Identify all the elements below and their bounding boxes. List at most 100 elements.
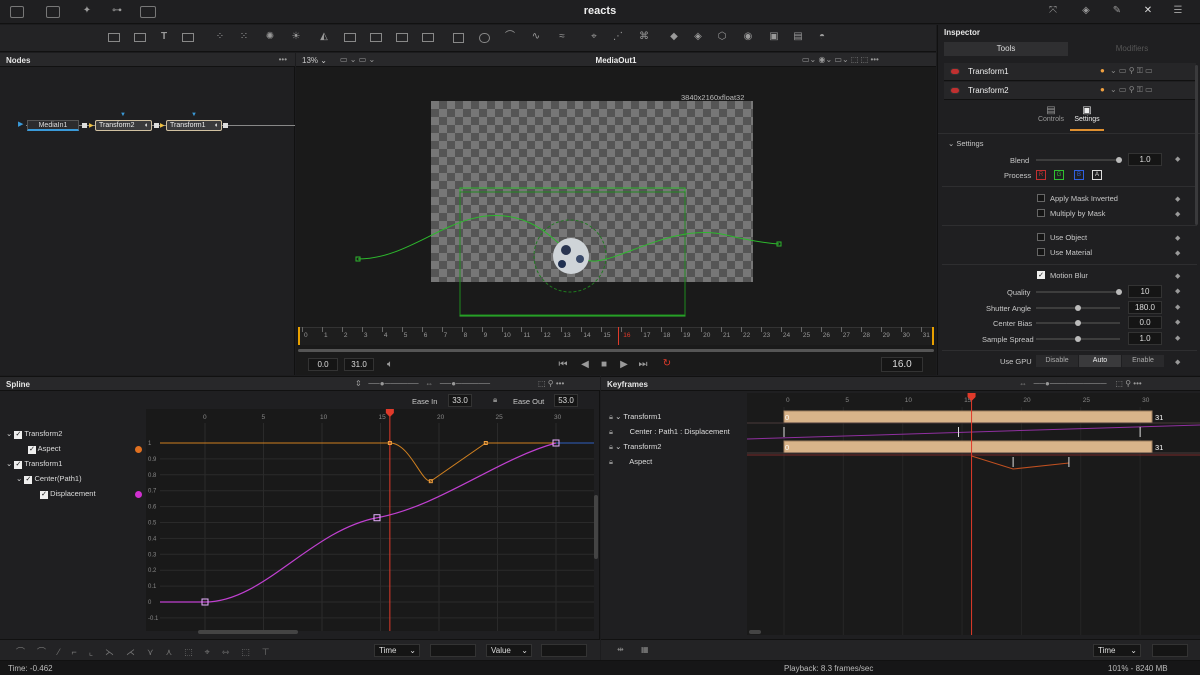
spline-h-scrollbar[interactable] bbox=[198, 630, 298, 634]
renderer3d-icon[interactable]: ▤ bbox=[792, 31, 804, 43]
tree-item-center-path1[interactable]: ⌄ ✓ Center(Path1) bbox=[16, 474, 82, 484]
shutter-angle-value[interactable]: 180.0 bbox=[1128, 301, 1162, 314]
kf-time-input[interactable] bbox=[1152, 644, 1188, 657]
keyframes-timeline[interactable]: 0 5 10 15 20 25 30 bbox=[747, 393, 1200, 635]
node-input-port[interactable]: ▶ bbox=[160, 122, 165, 129]
text3d-icon[interactable]: ◈ bbox=[692, 31, 704, 43]
blend-slider[interactable] bbox=[1036, 159, 1120, 161]
controls-subtab[interactable]: ▤ Controls bbox=[1034, 105, 1068, 123]
motion-blur-checkbox[interactable]: ✓ bbox=[1037, 271, 1045, 279]
blend-value[interactable]: 1.0 bbox=[1128, 153, 1162, 166]
multiply-by-mask-checkbox[interactable] bbox=[1037, 209, 1045, 217]
use-gpu-enable[interactable]: Enable bbox=[1122, 355, 1164, 367]
keyframe-diamond-icon[interactable]: ◆ bbox=[1175, 155, 1180, 163]
image-icon[interactable] bbox=[46, 6, 60, 18]
particles-tool-icon[interactable]: ⁘ bbox=[214, 31, 226, 43]
node-transform2[interactable]: Transform2 ◐ bbox=[95, 120, 152, 131]
merge3d-icon[interactable]: ⬡ bbox=[716, 31, 728, 43]
tree-item-transform2[interactable]: ⌄ ✓ Transform2 bbox=[6, 429, 62, 439]
node-transform1[interactable]: Transform1 ◐ bbox=[166, 120, 222, 131]
ease-out-field[interactable]: 53.0 bbox=[554, 394, 578, 407]
particle-emitter-icon[interactable]: ⁙ bbox=[238, 31, 250, 43]
scrub-bar[interactable] bbox=[298, 349, 934, 352]
kf-table-icon[interactable]: ▦ bbox=[641, 645, 649, 654]
node-output-port[interactable] bbox=[154, 123, 159, 128]
keyframe-diamond-icon[interactable]: ◆ bbox=[1175, 249, 1180, 257]
tree-item-aspect[interactable]: ✓ Aspect bbox=[28, 444, 61, 454]
tracker-icon[interactable]: ⌖ bbox=[588, 31, 600, 43]
node-output-port[interactable] bbox=[223, 123, 228, 128]
audio-icon[interactable]: 🔈︎ bbox=[384, 359, 396, 371]
merge-tool-icon[interactable] bbox=[182, 33, 194, 42]
transform-icon[interactable]: ⤧ bbox=[1046, 5, 1060, 17]
keyframe-diamond-icon[interactable]: ◆ bbox=[1175, 358, 1180, 366]
process-a-button[interactable]: A bbox=[1092, 170, 1102, 180]
nodes-panel[interactable]: Nodes ••• ▶ MediaIn1 ▶ Transform2 ◐ ▼ ▶ T… bbox=[0, 53, 295, 375]
keyframe-diamond-icon[interactable]: ◆ bbox=[1175, 334, 1180, 342]
tool-row-transform1[interactable]: Transform1 ● ⌄ ▭ ⚲ ⚿ ▭ bbox=[944, 63, 1196, 81]
keyframe-diamond-icon[interactable]: ◆ bbox=[1175, 210, 1180, 218]
fit-icon[interactable]: ⬚ ⚲ ••• bbox=[538, 379, 564, 388]
inspector-scrollbar[interactable] bbox=[1195, 65, 1198, 225]
blur-tool-icon[interactable]: ✺ bbox=[264, 31, 276, 43]
tool-enable-toggle[interactable] bbox=[950, 68, 960, 75]
value-dropdown[interactable]: Value ⌄ bbox=[486, 644, 532, 657]
viewer-panel[interactable]: 13% ⌄ ▭ ⌄ ▭ ⌄ MediaOut1 ▭⌄ ◉⌄ ▭⌄ ⬚ ⬚ •••… bbox=[296, 53, 936, 375]
effects-wand-icon[interactable]: ✦ bbox=[80, 5, 94, 17]
camera3d-icon[interactable]: ◉ bbox=[742, 31, 754, 43]
polygon-mask-icon[interactable]: ⌒ bbox=[504, 31, 516, 43]
node-output-port[interactable] bbox=[82, 123, 87, 128]
nodes-icon[interactable]: ⊶ bbox=[110, 5, 124, 17]
rectangle-mask-icon[interactable] bbox=[453, 33, 464, 43]
current-frame-field[interactable]: 16.0 bbox=[881, 357, 923, 372]
background-tool-icon[interactable] bbox=[108, 33, 120, 42]
inspector-panel[interactable]: Inspector Tools Modifiers Transform1 ● ⌄… bbox=[937, 25, 1200, 375]
mask-input-icon[interactable]: ▼ bbox=[120, 112, 126, 118]
use-gpu-auto[interactable]: Auto bbox=[1079, 355, 1121, 367]
ruler-start-marker[interactable] bbox=[298, 327, 300, 345]
lock-icon[interactable]: 🔒︎ bbox=[609, 442, 613, 451]
kf-row-aspect[interactable]: 🔒︎ Aspect bbox=[609, 457, 652, 467]
paint-icon[interactable]: ✎ bbox=[1110, 5, 1124, 17]
keyframe-diamond-icon[interactable]: ◆ bbox=[1175, 318, 1180, 326]
time-input[interactable] bbox=[430, 644, 476, 657]
sample-spread-knob[interactable] bbox=[1075, 336, 1081, 342]
play-icon[interactable]: ▶ bbox=[618, 359, 630, 371]
kf-row-displacement[interactable]: 🔒︎ Center : Path1 : Displacement bbox=[609, 427, 745, 437]
kf-h-scrollbar[interactable] bbox=[749, 630, 761, 634]
kf-row-transform1[interactable]: 🔒︎ ⌄ Transform1 bbox=[609, 412, 661, 422]
channel-tool-icon[interactable] bbox=[396, 33, 408, 42]
process-b-button[interactable]: B bbox=[1074, 170, 1084, 180]
quality-knob[interactable] bbox=[1116, 289, 1122, 295]
center-bias-value[interactable]: 0.0 bbox=[1128, 316, 1162, 329]
ellipse-mask-icon[interactable] bbox=[479, 33, 490, 43]
mask-input-icon[interactable]: ▼ bbox=[191, 112, 197, 118]
center-bias-knob[interactable] bbox=[1075, 320, 1081, 326]
lock-icon[interactable]: 🔒︎ bbox=[609, 412, 613, 421]
value-input[interactable] bbox=[541, 644, 587, 657]
spline-header-controls[interactable]: ⇕ ──●────── ⇔ ──●────── bbox=[355, 379, 490, 388]
kf-time-dropdown[interactable]: Time ⌄ bbox=[1093, 644, 1141, 657]
tree-item-displacement[interactable]: ✓ Displacement bbox=[40, 489, 96, 499]
bspline-mask-icon[interactable]: ∿ bbox=[530, 31, 542, 43]
ease-in-field[interactable]: 33.0 bbox=[448, 394, 472, 407]
planar-tracker-icon[interactable]: ⋰ bbox=[612, 31, 624, 43]
go-to-start-icon[interactable]: ⏮︎ bbox=[556, 359, 570, 371]
text-tool-icon[interactable]: T bbox=[158, 31, 170, 43]
tools-icon[interactable]: ✕ bbox=[1140, 5, 1156, 17]
media-pool-icon[interactable] bbox=[10, 6, 24, 18]
keyframe-diamond-icon[interactable]: ◆ bbox=[1175, 303, 1180, 311]
tool-color-dot-icon[interactable]: ● bbox=[1100, 66, 1105, 75]
time-dropdown[interactable]: Time ⌄ bbox=[374, 644, 420, 657]
resize-tool-icon[interactable] bbox=[370, 33, 382, 42]
warp-icon[interactable]: ⌘ bbox=[638, 31, 650, 43]
use-object-checkbox[interactable] bbox=[1037, 233, 1045, 241]
loop-icon[interactable]: ↻ bbox=[660, 358, 674, 370]
light3d-icon[interactable]: ▣ bbox=[768, 31, 780, 43]
settings-sliders-icon[interactable]: ☰ bbox=[1170, 5, 1186, 17]
stop-icon[interactable]: ■ bbox=[598, 359, 610, 371]
tool-actions-icons[interactable]: ⌄ ▭ ⚲ ⚿ ▭ bbox=[1110, 85, 1153, 95]
fog3d-icon[interactable]: ◓ bbox=[816, 31, 828, 43]
lock-icon[interactable]: 🔒︎ bbox=[609, 427, 613, 436]
paint-mask-icon[interactable]: ≈ bbox=[556, 31, 568, 43]
